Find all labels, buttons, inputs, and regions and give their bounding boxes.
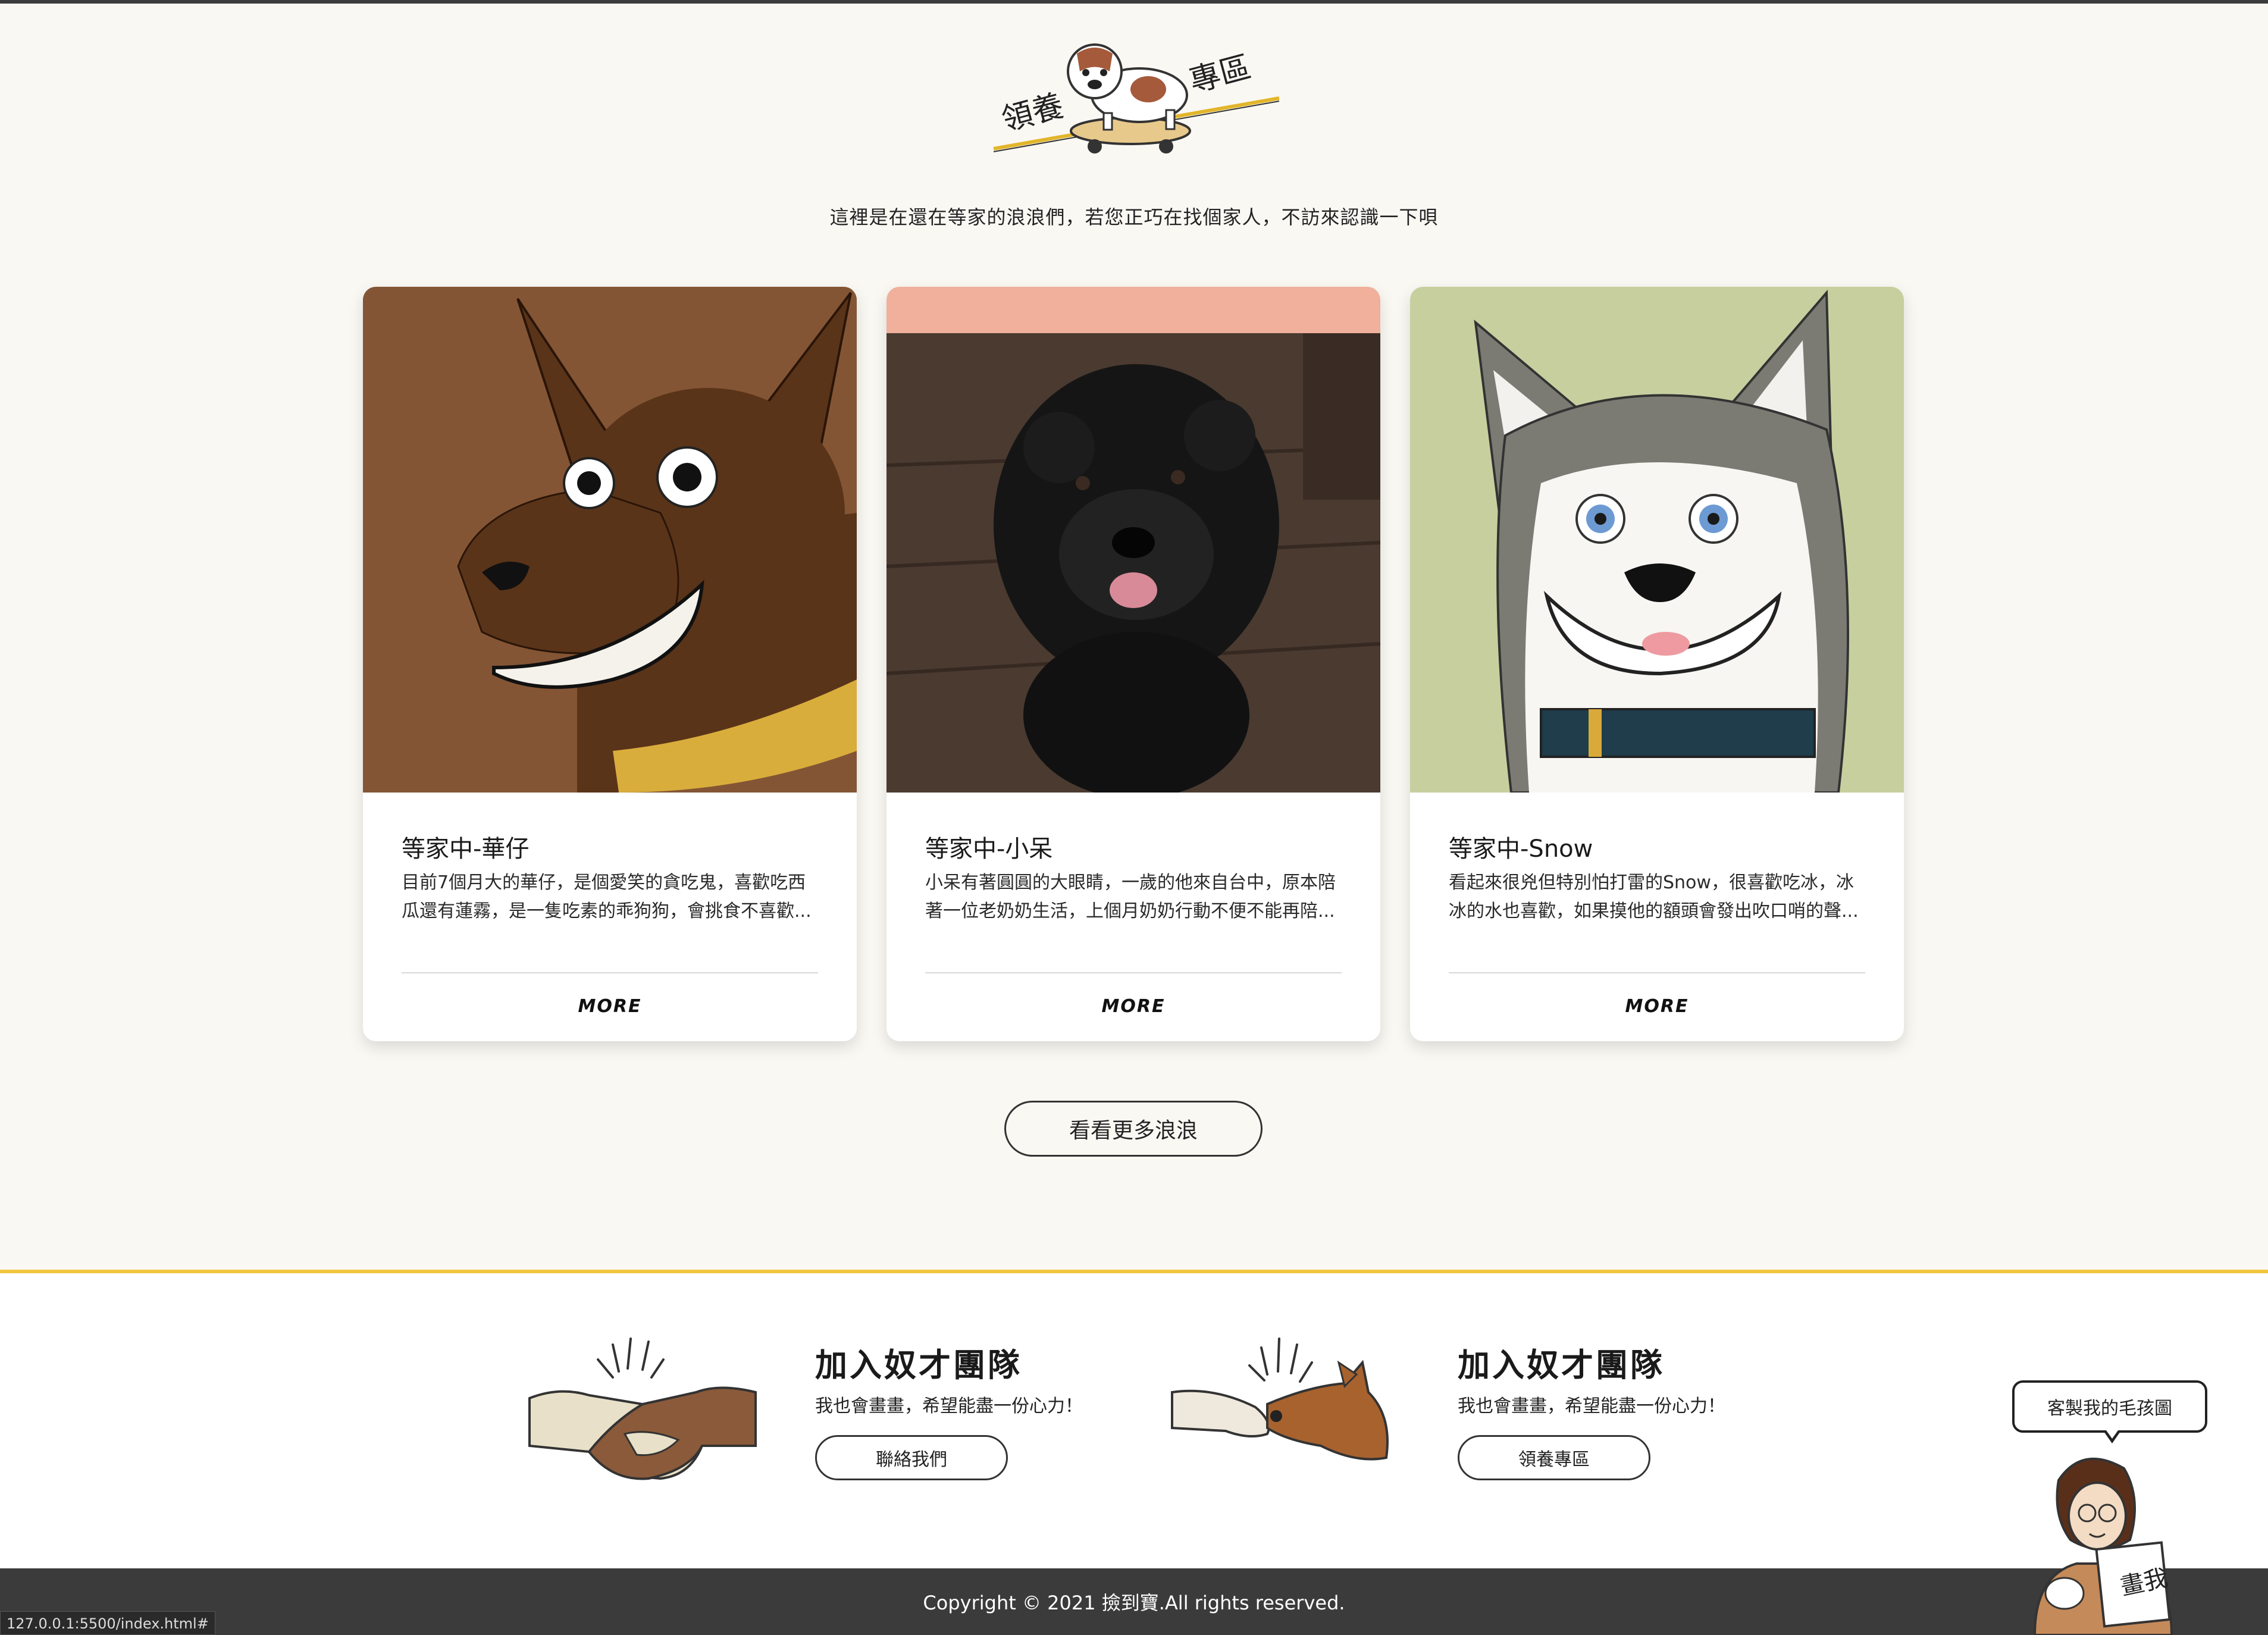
card-title: 等家中-小呆 bbox=[925, 835, 1053, 863]
intro-text: 這裡是在還在等家的浪浪們，若您正巧在找個家人，不訪來認識一下唄 bbox=[829, 206, 1439, 228]
dog-illustration-snow bbox=[1410, 287, 1904, 793]
see-more-dogs-button[interactable]: 看看更多浪浪 bbox=[1004, 1101, 1263, 1157]
footer-copyright: Copyright © 2021 撿到寶.All rights reserved… bbox=[0, 1568, 2268, 1635]
card-divider bbox=[925, 972, 1342, 973]
card-more-link[interactable]: MORE bbox=[1410, 983, 1904, 1031]
card-description: 小呆有著圓圓的大眼睛，一歲的他來自台中，原本陪著一位老奶奶生活，上個月奶奶行動不… bbox=[925, 872, 1336, 922]
card-more-link[interactable]: MORE bbox=[886, 983, 1380, 1031]
card-title: 等家中-Snow bbox=[1449, 835, 1593, 863]
handshake-illustration bbox=[524, 1327, 762, 1499]
card-more-link[interactable]: MORE bbox=[363, 983, 857, 1031]
card-description: 目前7個月大的華仔，是個愛笑的貪吃鬼，喜歡吃西瓜還有蓮霧，是一隻吃素的乖狗狗，會… bbox=[402, 872, 812, 922]
browser-status-url: 127.0.0.1:5500/index.html# bbox=[0, 1611, 215, 1635]
adoption-area-button[interactable]: 領養專區 bbox=[1458, 1435, 1650, 1480]
adoption-logo[interactable]: 領養 專區 bbox=[988, 30, 1285, 167]
card-description: 看起來很兇但特別怕打雷的Snow，很喜歡吃冰，冰冰的水也喜歡，如果摸他的額頭會發… bbox=[1449, 872, 1859, 922]
dog-card-xiaodai[interactable]: 等家中-小呆 小呆有著圓圓的大眼睛，一歲的他來自台中，原本陪著一位老奶奶生活，上… bbox=[886, 287, 1380, 1041]
join-title: 加入奴才團隊 bbox=[1458, 1346, 1665, 1384]
top-border bbox=[0, 0, 2268, 4]
join-section bbox=[0, 1273, 2268, 1568]
contact-us-button[interactable]: 聯絡我們 bbox=[815, 1435, 1008, 1480]
card-divider bbox=[1449, 972, 1865, 973]
card-title: 等家中-華仔 bbox=[402, 835, 530, 863]
logo-right-text: 專區 bbox=[1186, 49, 1255, 100]
dog-card-huazai[interactable]: 等家中-華仔 目前7個月大的華仔，是個愛笑的貪吃鬼，喜歡吃西瓜還有蓮霧，是一隻吃… bbox=[363, 287, 857, 1041]
hand-dog-illustration bbox=[1166, 1327, 1404, 1499]
dog-card-snow[interactable]: 等家中-Snow 看起來很兇但特別怕打雷的Snow，很喜歡吃冰，冰冰的水也喜歡，… bbox=[1410, 287, 1904, 1041]
join-title: 加入奴才團隊 bbox=[815, 1346, 1022, 1384]
card-divider bbox=[402, 972, 818, 973]
dog-illustration-huazai bbox=[363, 287, 857, 793]
custom-pet-drawing-button[interactable]: 客製我的毛孩圖 bbox=[2012, 1380, 2207, 1443]
dog-photo-xiaodai bbox=[886, 287, 1380, 793]
join-subtitle: 我也會畫畫，希望能盡一份心力！ bbox=[815, 1396, 1083, 1417]
join-subtitle: 我也會畫畫，希望能盡一份心力！ bbox=[1458, 1396, 1725, 1417]
girl-with-sign-illustration[interactable]: 畫我 bbox=[2011, 1445, 2189, 1635]
logo-left-text: 領養 bbox=[998, 88, 1067, 139]
